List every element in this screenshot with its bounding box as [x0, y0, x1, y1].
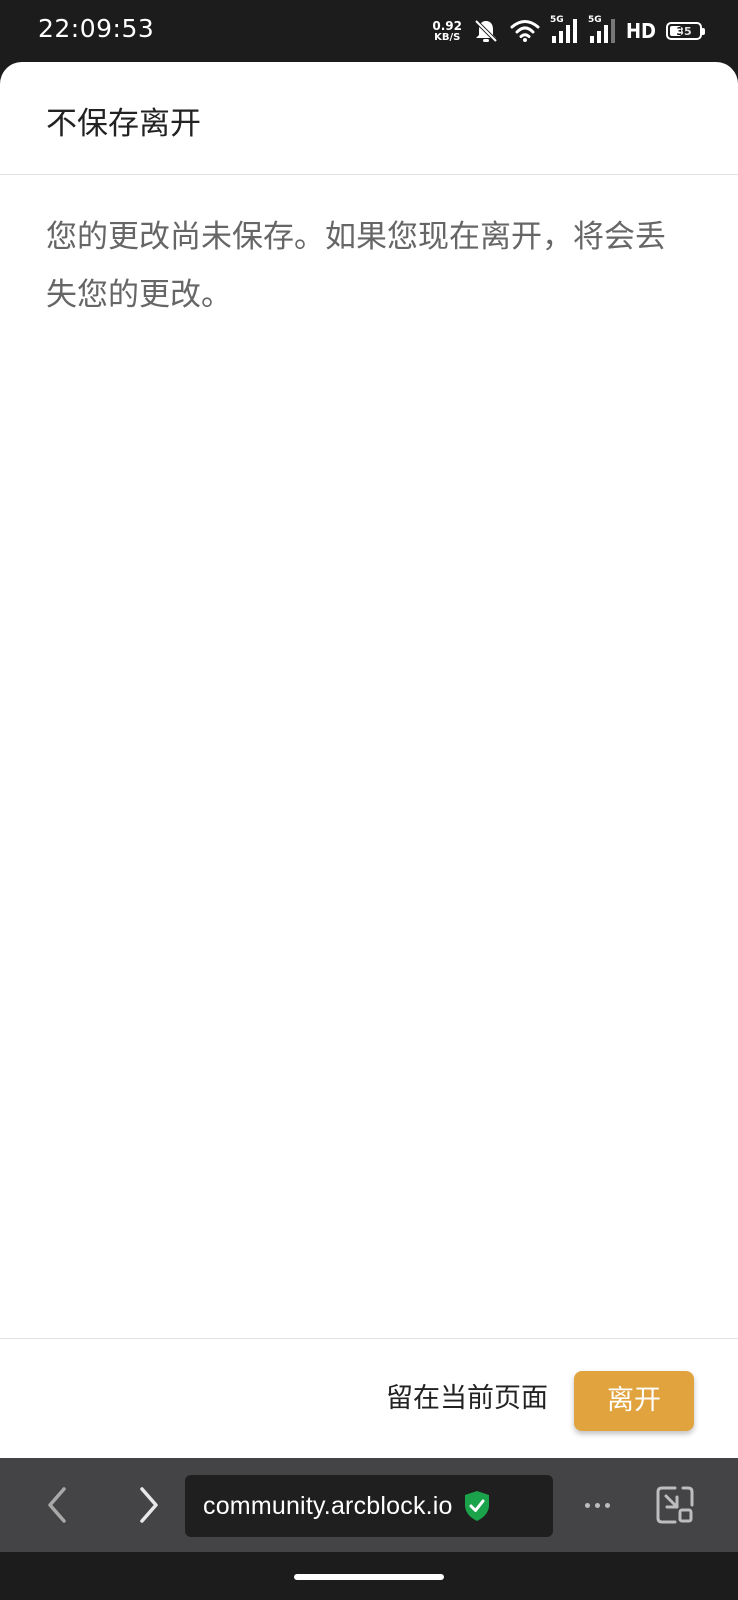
gesture-bar	[0, 1552, 738, 1600]
status-icons: 0.92 KB/S 5G 5G HD 35	[432, 14, 705, 48]
signal-icon: 5G	[550, 15, 578, 45]
signal-icon: 5G	[588, 15, 616, 45]
back-button[interactable]	[32, 1480, 82, 1530]
address-bar[interactable]: community.arcblock.io	[185, 1475, 553, 1537]
network-speed-unit: KB/S	[434, 31, 461, 43]
forward-button[interactable]	[124, 1480, 174, 1530]
status-bar: 22:09:53 0.92 KB/S 5G 5G HD 35	[0, 0, 738, 62]
unsaved-changes-dialog: 不保存离开 您的更改尚未保存。如果您现在离开，将会丢失您的更改。 留在当前页面 …	[0, 62, 738, 1458]
forward-arrow-icon	[140, 1487, 158, 1523]
home-indicator[interactable]	[294, 1574, 444, 1580]
minimize-window-icon	[656, 1486, 694, 1524]
wifi-icon	[510, 18, 540, 44]
more-icon	[594, 1502, 600, 1508]
more-button[interactable]	[574, 1480, 620, 1530]
stay-on-page-button[interactable]: 留在当前页面	[372, 1368, 562, 1430]
browser-toolbar: community.arcblock.io	[0, 1458, 738, 1552]
dialog-actions-divider	[0, 1338, 738, 1339]
battery-level: 35	[676, 24, 692, 38]
battery-icon: 35	[666, 22, 705, 40]
secure-shield-icon	[463, 1490, 491, 1522]
phone-screen: 22:09:53 0.92 KB/S 5G 5G HD 35 不保存离开 您的更…	[0, 0, 738, 1600]
battery-tip	[702, 28, 705, 35]
hd-voice-label: HD	[626, 19, 656, 43]
url-text: community.arcblock.io	[203, 1491, 453, 1520]
network-type-label: 5G	[550, 15, 564, 25]
status-time: 22:09:53	[38, 14, 155, 43]
dialog-title-divider	[0, 174, 738, 175]
network-speed: 0.92 KB/S	[432, 18, 462, 43]
mute-bell-icon	[472, 17, 500, 45]
back-arrow-icon	[48, 1487, 66, 1523]
leave-button[interactable]: 离开	[574, 1371, 694, 1431]
network-type-label: 5G	[588, 15, 602, 25]
more-icon	[604, 1502, 610, 1508]
dialog-title: 不保存离开	[46, 106, 201, 142]
minimize-window-button[interactable]	[650, 1480, 700, 1530]
dialog-message: 您的更改尚未保存。如果您现在离开，将会丢失您的更改。	[46, 219, 666, 313]
network-speed-value: 0.92	[432, 18, 462, 33]
more-icon	[584, 1502, 590, 1508]
